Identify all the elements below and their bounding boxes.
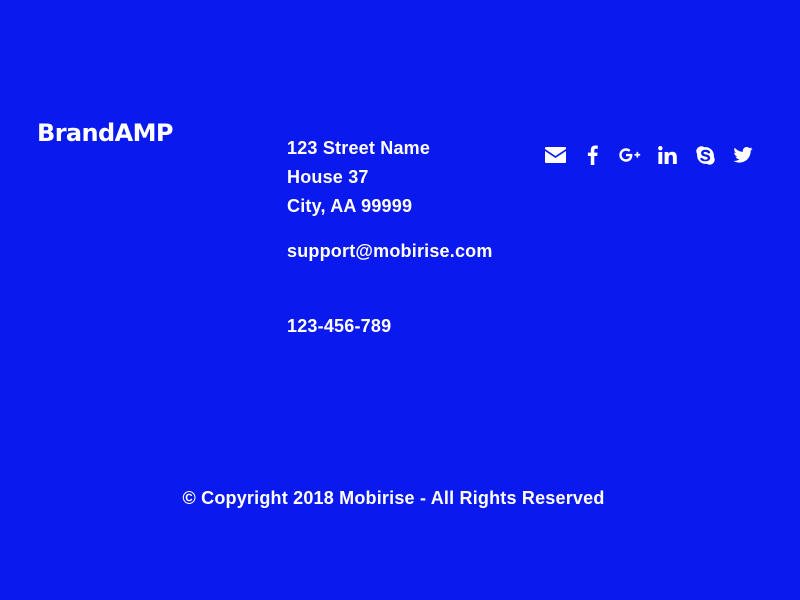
twitter-link[interactable]	[730, 142, 756, 168]
contact-block: 123 Street Name House 37 City, AA 99999 …	[287, 134, 493, 341]
address-house: House 37	[287, 167, 369, 187]
skype-icon	[695, 145, 715, 165]
linkedin-link[interactable]	[655, 142, 681, 168]
facebook-icon	[587, 145, 598, 165]
email-link[interactable]: support@mobirise.com	[287, 237, 493, 266]
address-city: City, AA 99999	[287, 196, 413, 216]
facebook-link[interactable]	[580, 142, 606, 168]
skype-link[interactable]	[692, 142, 718, 168]
email-social-link[interactable]	[542, 142, 568, 168]
address-street: 123 Street Name	[287, 138, 431, 158]
phone-number: 123-456-789	[287, 316, 392, 336]
linkedin-icon	[658, 146, 677, 164]
copyright-text: © Copyright 2018 Mobirise - All Rights R…	[182, 488, 605, 508]
twitter-icon	[732, 147, 753, 163]
social-links	[542, 142, 756, 168]
site-footer: BrandAMP 123 Street Name House 37 City, …	[0, 0, 800, 600]
google-plus-link[interactable]	[617, 142, 643, 168]
envelope-icon	[544, 147, 566, 163]
google-plus-icon	[619, 148, 641, 162]
brand-logo-link[interactable]: BrandAMP	[37, 117, 173, 149]
